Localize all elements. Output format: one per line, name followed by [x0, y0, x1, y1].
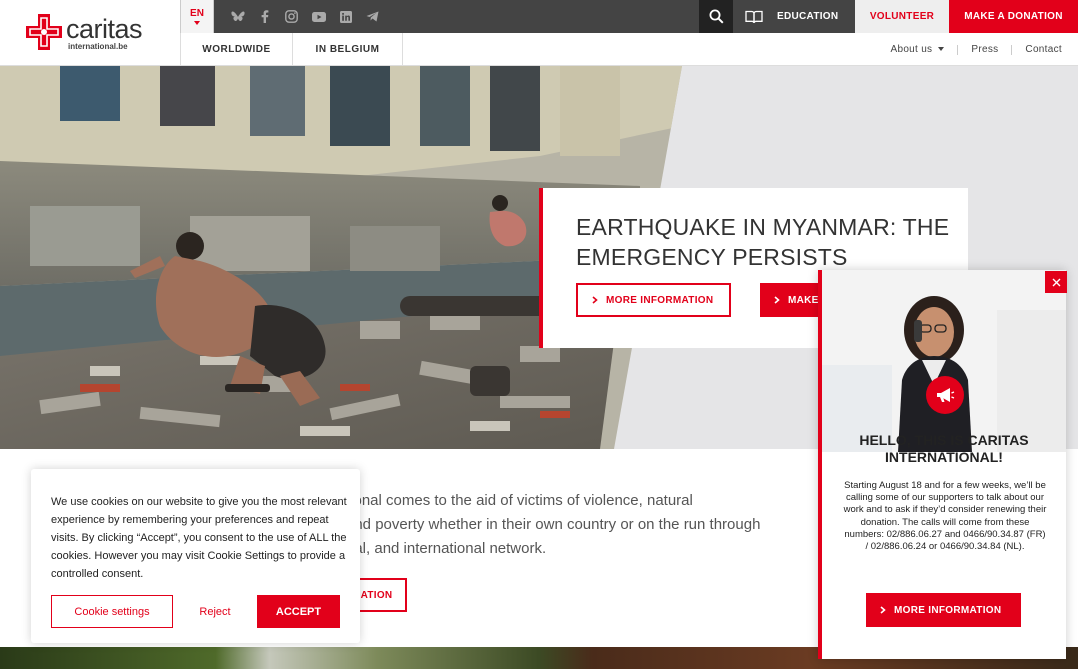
- popup-more-information-label: MORE INFORMATION: [894, 604, 1002, 616]
- announcement-popup: HELLO, THIS IS CARITAS INTERNATIONAL! St…: [818, 270, 1067, 659]
- chevron-right-icon: [774, 296, 780, 304]
- chevron-right-icon: [592, 296, 598, 304]
- cookie-consent-banner: We use cookies on our website to give yo…: [31, 469, 360, 643]
- about-us-label: About us: [890, 44, 933, 55]
- search-icon: [709, 9, 724, 24]
- intro-button-label: ATION: [360, 589, 393, 601]
- main-nav: WORLDWIDE IN BELGIUM: [180, 33, 403, 66]
- nav-divider: [1011, 44, 1013, 55]
- chevron-right-icon: [880, 606, 886, 614]
- contact-link[interactable]: Contact: [1025, 44, 1062, 55]
- nav-divider: [957, 44, 959, 55]
- hero-more-information-label: MORE INFORMATION: [606, 294, 714, 306]
- close-popup-button[interactable]: [1045, 271, 1067, 293]
- top-bar-spacer: [395, 0, 699, 33]
- chevron-down-icon: [938, 47, 945, 52]
- cookie-settings-button[interactable]: Cookie settings: [51, 595, 173, 628]
- hero-title: EARTHQUAKE IN MYANMAR: THE EMERGENCY PER…: [576, 214, 950, 270]
- book-icon: [745, 10, 763, 23]
- make-donation-button[interactable]: MAKE A DONATION: [949, 0, 1078, 33]
- search-button[interactable]: [699, 0, 733, 33]
- page: caritas international.be EN EDUCATION VO…: [0, 0, 1078, 669]
- about-us-link[interactable]: About us: [890, 44, 945, 55]
- youtube-icon[interactable]: [309, 7, 328, 26]
- hero-make-donation-label: MAKE: [788, 294, 819, 306]
- top-bar: EN EDUCATION VOLUNTEER MAKE A DONATION: [180, 0, 1078, 33]
- site-header: caritas international.be EN EDUCATION VO…: [0, 0, 1078, 66]
- popup-more-information-button[interactable]: MORE INFORMATION: [866, 593, 1021, 627]
- tab-in-belgium[interactable]: IN BELGIUM: [292, 33, 403, 66]
- intro-text: tional comes to the aid of victims of vi…: [346, 492, 761, 557]
- secondary-nav: About us Press Contact: [890, 33, 1062, 66]
- popup-body: Starting August 18 and for a few weeks, …: [843, 480, 1047, 553]
- popup-title: HELLO, THIS IS CARITAS INTERNATIONAL!: [859, 432, 1029, 465]
- volunteer-button[interactable]: VOLUNTEER: [855, 0, 949, 33]
- caritas-cross-icon: [26, 14, 62, 50]
- telegram-icon[interactable]: [363, 7, 382, 26]
- megaphone-badge: [926, 376, 964, 414]
- bluesky-icon[interactable]: [228, 7, 247, 26]
- logo-wordmark: caritas: [66, 14, 143, 44]
- social-links: [214, 0, 395, 33]
- instagram-icon[interactable]: [282, 7, 301, 26]
- linkedin-icon[interactable]: [336, 7, 355, 26]
- press-link[interactable]: Press: [971, 44, 998, 55]
- language-code: EN: [190, 8, 204, 19]
- cookie-text: We use cookies on our website to give yo…: [51, 496, 347, 580]
- education-label: EDUCATION: [777, 11, 839, 22]
- cookie-reject-button[interactable]: Reject: [178, 595, 252, 628]
- hero-make-donation-button[interactable]: MAKE: [760, 283, 822, 317]
- tab-worldwide[interactable]: WORLDWIDE: [180, 33, 292, 66]
- chevron-down-icon: [194, 21, 200, 25]
- facebook-icon[interactable]: [255, 7, 274, 26]
- megaphone-icon: [937, 388, 955, 402]
- language-switcher[interactable]: EN: [180, 0, 214, 33]
- education-button[interactable]: EDUCATION: [733, 0, 855, 33]
- caritas-logo[interactable]: caritas international.be: [26, 14, 166, 54]
- popup-photo-woman-on-phone: [822, 270, 1066, 452]
- close-icon: [1052, 278, 1060, 286]
- logo-subtitle: international.be: [68, 42, 128, 51]
- cookie-accept-button[interactable]: ACCEPT: [257, 595, 340, 628]
- hero-more-information-button[interactable]: MORE INFORMATION: [576, 283, 731, 317]
